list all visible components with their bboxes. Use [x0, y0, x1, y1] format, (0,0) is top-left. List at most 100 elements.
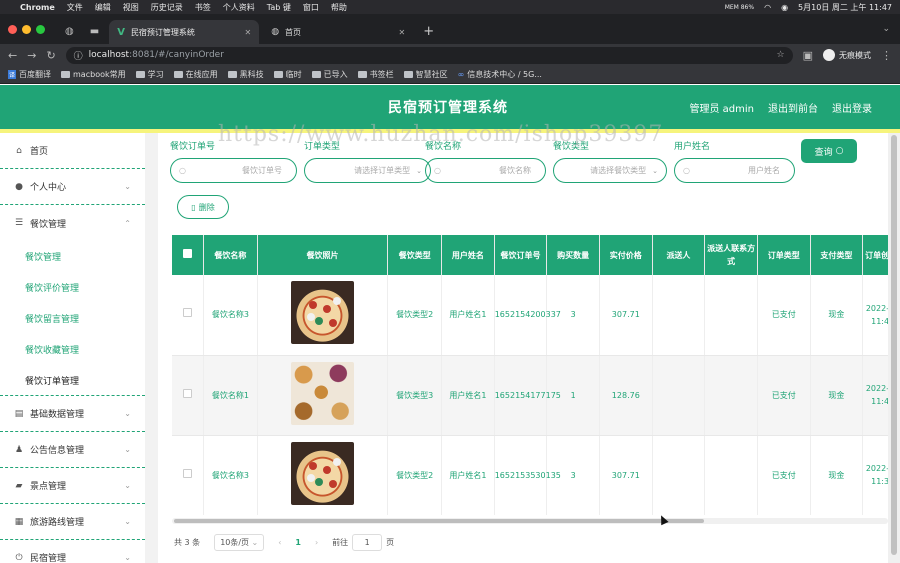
search-icon: ○	[835, 146, 844, 156]
delete-button[interactable]: ▯ 删除	[177, 195, 229, 219]
folder-icon	[311, 71, 321, 78]
select-placeholder: 请选择餐饮类型	[590, 166, 647, 175]
sidebar-item-scenic[interactable]: ▰ 景点管理 ⌄	[0, 468, 145, 504]
scrollbar-thumb[interactable]	[174, 519, 704, 523]
minimize-window-button[interactable]	[22, 24, 31, 34]
table-row[interactable]: 餐饮名称3 餐饮类型2 用户姓名1 1652153530135 3 307.71…	[172, 435, 888, 515]
menu-profile[interactable]: 个人资料	[223, 2, 255, 13]
forward-icon[interactable]: →	[27, 49, 36, 62]
tab-home[interactable]: ◍ 首页 ✕	[263, 20, 413, 44]
sidebar-toggle-icon[interactable]: ▣	[803, 49, 813, 62]
pinned-tab-globe-icon[interactable]: ◍	[59, 18, 80, 44]
page-number[interactable]: 1	[295, 538, 301, 547]
table-row[interactable]: 餐饮名称3 餐饮类型2 用户姓名1 1652154200337 3 307.71…	[172, 275, 888, 356]
column-header: 订单创建时间	[862, 235, 888, 275]
filter-label: 订单类型	[304, 142, 341, 152]
table-row[interactable]: 餐饮名称1 餐饮类型3 用户姓名1 1652154177175 1 128.76…	[172, 355, 888, 436]
menu-edit[interactable]: 编辑	[95, 2, 111, 13]
bookmark-item[interactable]: 已导入	[311, 69, 348, 80]
page-vertical-scrollbar[interactable]	[888, 133, 900, 563]
sidebar-item-basic-data[interactable]: ▤ 基础数据管理 ⌄	[0, 396, 145, 432]
close-tab-icon[interactable]: ✕	[244, 28, 251, 37]
submenu-favorite[interactable]: 餐饮收藏管理	[0, 334, 145, 365]
submenu-catering[interactable]: 餐饮管理	[0, 241, 145, 272]
query-button[interactable]: 查询 ○	[801, 139, 857, 163]
front-page-link[interactable]: 退出到前台	[768, 100, 818, 115]
back-icon[interactable]: ←	[8, 49, 17, 62]
menu-bookmarks[interactable]: 书签	[195, 2, 211, 13]
row-checkbox[interactable]	[172, 275, 205, 356]
new-tab-button[interactable]: +	[417, 18, 440, 44]
info-icon[interactable]: ⓘ	[74, 49, 83, 62]
goto-page-input[interactable]: 1	[352, 534, 383, 551]
bookmark-item[interactable]: 智慧社区	[403, 69, 448, 80]
tab-search-chevron-icon[interactable]: ⌄	[882, 24, 890, 34]
url-input[interactable]: ⓘ localhost:8081/#/canyinOrder ☆	[65, 46, 793, 64]
control-center-icon[interactable]: ◉	[781, 3, 788, 12]
bookmark-item[interactable]: 书签栏	[357, 69, 394, 80]
sidebar-item-route[interactable]: ▦ 旅游路线管理 ⌄	[0, 504, 145, 540]
menu-help[interactable]: 帮助	[331, 2, 347, 13]
checkbox-icon	[183, 308, 193, 318]
scrollbar-thumb[interactable]	[891, 135, 897, 555]
tab-active[interactable]: V 民宿预订管理系统 ✕	[109, 20, 260, 44]
more-menu-icon[interactable]: ⋮	[881, 49, 892, 62]
bookmark-item[interactable]: 临时	[273, 69, 302, 80]
reload-icon[interactable]: ↻	[46, 49, 55, 62]
table-horizontal-scrollbar[interactable]	[172, 518, 888, 524]
sidebar-item-catering[interactable]: ☰ 餐饮管理 ⌃	[0, 205, 145, 241]
menu-history[interactable]: 历史记录	[151, 2, 183, 13]
bookmark-item[interactable]: 在线应用	[173, 69, 218, 80]
calendar-icon: ▦	[14, 516, 24, 527]
chevron-down-icon: ⌄	[251, 538, 259, 547]
bookmark-star-icon[interactable]: ☆	[777, 50, 785, 60]
bookmark-item[interactable]: ∞ 信息技术中心 / 5G...	[458, 69, 542, 80]
incognito-icon	[823, 49, 835, 61]
select-all-checkbox[interactable]	[172, 235, 205, 275]
cell-courier	[652, 435, 706, 515]
browser-tab-strip: ◍ ▬ V 民宿预订管理系统 ✕ ◍ 首页 ✕ + ⌄	[0, 14, 900, 44]
sidebar-item-home[interactable]: ⌂ 首页	[0, 133, 145, 169]
clock[interactable]: 5月10日 周二 上午 11:47	[798, 2, 892, 13]
goto-label: 前往	[332, 538, 349, 547]
bookmark-item[interactable]: 译百度翻译	[8, 69, 51, 80]
home-icon: ⌂	[16, 145, 22, 156]
sidebar-item-personal[interactable]: ● 个人中心 ⌄	[0, 169, 145, 205]
wifi-icon[interactable]: ◠	[764, 3, 771, 12]
sidebar-item-homestay[interactable]: ⏻ 民宿管理 ⌄	[0, 540, 145, 563]
submenu-message[interactable]: 餐饮留言管理	[0, 303, 145, 334]
prev-page-icon[interactable]: ‹	[278, 538, 281, 547]
folder-icon	[357, 71, 367, 78]
submenu-review[interactable]: 餐饮评价管理	[0, 272, 145, 303]
close-tab-icon[interactable]: ✕	[398, 28, 405, 37]
cell-food-type: 餐饮类型3	[387, 355, 443, 436]
bookmark-item[interactable]: macbook常用	[61, 69, 126, 80]
next-page-icon[interactable]: ›	[315, 538, 318, 547]
sidebar-item-notice[interactable]: ♟ 公告信息管理 ⌄	[0, 432, 145, 468]
order-no-input[interactable]: ○ 餐饮订单号	[170, 158, 297, 183]
bookmark-item[interactable]: 黑科技	[227, 69, 264, 80]
order-type-select[interactable]: 请选择订单类型 ⌄	[304, 158, 431, 183]
food-name-input[interactable]: ○ 餐饮名称	[425, 158, 546, 183]
submenu-order[interactable]: 餐饮订单管理	[0, 365, 145, 396]
food-type-select[interactable]: 请选择餐饮类型 ⌄	[553, 158, 667, 183]
zoom-window-button[interactable]	[36, 24, 45, 34]
logout-link[interactable]: 退出登录	[832, 100, 872, 115]
menu-view[interactable]: 视图	[123, 2, 139, 13]
checkbox-icon	[183, 248, 193, 258]
cell-food-name: 餐饮名称3	[203, 275, 258, 356]
row-checkbox[interactable]	[172, 435, 205, 515]
incognito-profile[interactable]: 无痕模式	[823, 49, 871, 61]
menu-tab[interactable]: Tab 键	[267, 2, 291, 13]
user-name-input[interactable]: ○ 用户姓名	[674, 158, 795, 183]
menu-file[interactable]: 文件	[67, 2, 83, 13]
app-menu[interactable]: Chrome	[20, 3, 55, 12]
cell-food-photo	[257, 275, 389, 356]
folder-icon	[173, 71, 183, 78]
close-window-button[interactable]	[8, 24, 17, 34]
bookmark-item[interactable]: 学习	[135, 69, 164, 80]
row-checkbox[interactable]	[172, 355, 205, 436]
page-size-select[interactable]: 10条/页 ⌄	[214, 534, 265, 551]
pinned-tab-icon[interactable]: ▬	[84, 18, 105, 44]
menu-window[interactable]: 窗口	[303, 2, 319, 13]
